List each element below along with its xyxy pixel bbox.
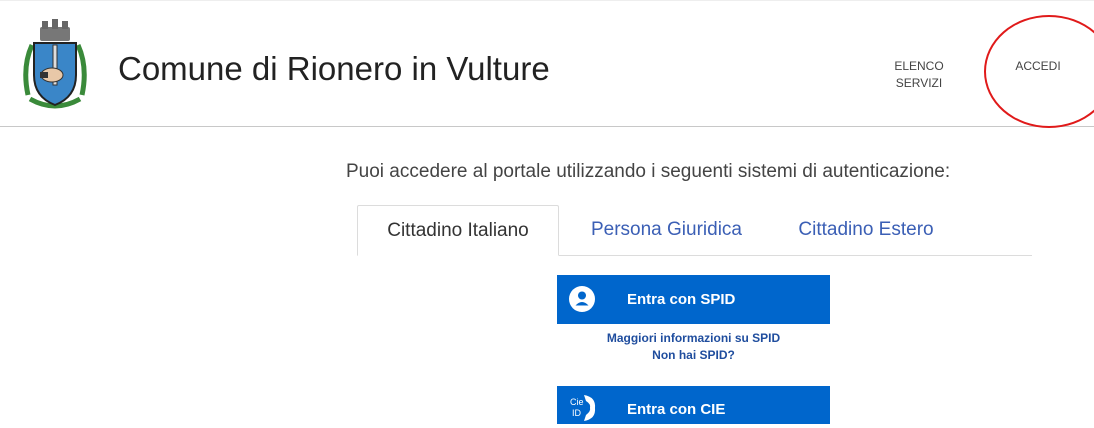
- nav-elenco-line1: ELENCO: [894, 59, 944, 73]
- site-title[interactable]: Comune di Rionero in Vulture: [118, 50, 550, 88]
- tab-cittadino-italiano[interactable]: Cittadino Italiano: [357, 205, 559, 256]
- auth-intro-text: Puoi accedere al portale utilizzando i s…: [346, 161, 951, 182]
- cie-icon-text-2: ID: [572, 408, 582, 418]
- auth-tabs: Cittadino Italiano Persona Giuridica Cit…: [357, 205, 1032, 256]
- site-header: Comune di Rionero in Vulture ELENCO SERV…: [0, 0, 1094, 127]
- spid-user-icon: [569, 286, 595, 312]
- no-spid-link[interactable]: Non hai SPID?: [557, 348, 830, 362]
- coat-of-arms-logo[interactable]: [20, 17, 90, 113]
- nav-accedi[interactable]: ACCEDI: [1000, 58, 1076, 75]
- cie-login-button[interactable]: Cie ID Entra con CIE: [557, 386, 830, 424]
- spid-info-link[interactable]: Maggiori informazioni su SPID: [557, 331, 830, 345]
- nav-elenco-servizi[interactable]: ELENCO SERVIZI: [880, 58, 958, 92]
- spid-login-button[interactable]: Entra con SPID: [557, 275, 830, 324]
- nav-elenco-line2: SERVIZI: [895, 76, 943, 90]
- cie-id-icon: Cie ID: [569, 393, 597, 423]
- cie-button-label: Entra con CIE: [627, 401, 726, 418]
- spid-button-label: Entra con SPID: [627, 291, 736, 308]
- tab-persona-giuridica[interactable]: Persona Giuridica: [579, 205, 754, 256]
- cie-icon-text-1: Cie: [570, 397, 584, 407]
- tab-cittadino-estero[interactable]: Cittadino Estero: [781, 205, 951, 256]
